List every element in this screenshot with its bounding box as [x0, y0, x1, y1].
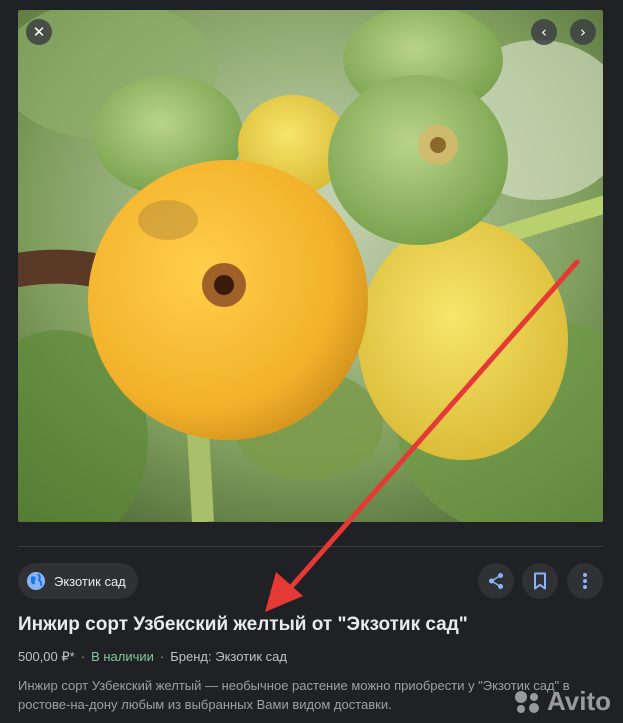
product-meta: 500,00 ₽* · В наличии · Бренд: Экзотик с…: [18, 649, 287, 665]
close-icon[interactable]: ✕: [26, 19, 52, 45]
separator: ·: [159, 649, 165, 664]
globe-icon: [27, 572, 45, 590]
save-button[interactable]: [522, 563, 558, 599]
product-title[interactable]: Инжир сорт Узбекский желтый от "Экзотик …: [18, 614, 608, 636]
bookmark-icon: [534, 572, 546, 590]
source-name: Экзотик сад: [54, 573, 126, 589]
more-vert-icon: [583, 573, 587, 589]
brand: Бренд: Экзотик сад: [170, 649, 287, 664]
more-button[interactable]: [567, 563, 603, 599]
source-chip[interactable]: Экзотик сад: [18, 563, 138, 599]
separator: ·: [80, 649, 86, 664]
watermark-text: Avito: [546, 686, 611, 716]
stock-status: В наличии: [91, 649, 154, 664]
price: 500,00 ₽*: [18, 649, 75, 664]
share-icon: [489, 573, 503, 589]
divider: [18, 546, 603, 547]
fig-photo: [18, 10, 603, 522]
share-button[interactable]: [478, 563, 514, 599]
avito-watermark: Avito: [513, 686, 611, 717]
chevron-left-icon[interactable]: ‹: [531, 19, 557, 45]
chevron-right-icon[interactable]: ›: [570, 19, 596, 45]
avito-logo-icon: [514, 690, 539, 713]
product-image[interactable]: [18, 10, 603, 522]
